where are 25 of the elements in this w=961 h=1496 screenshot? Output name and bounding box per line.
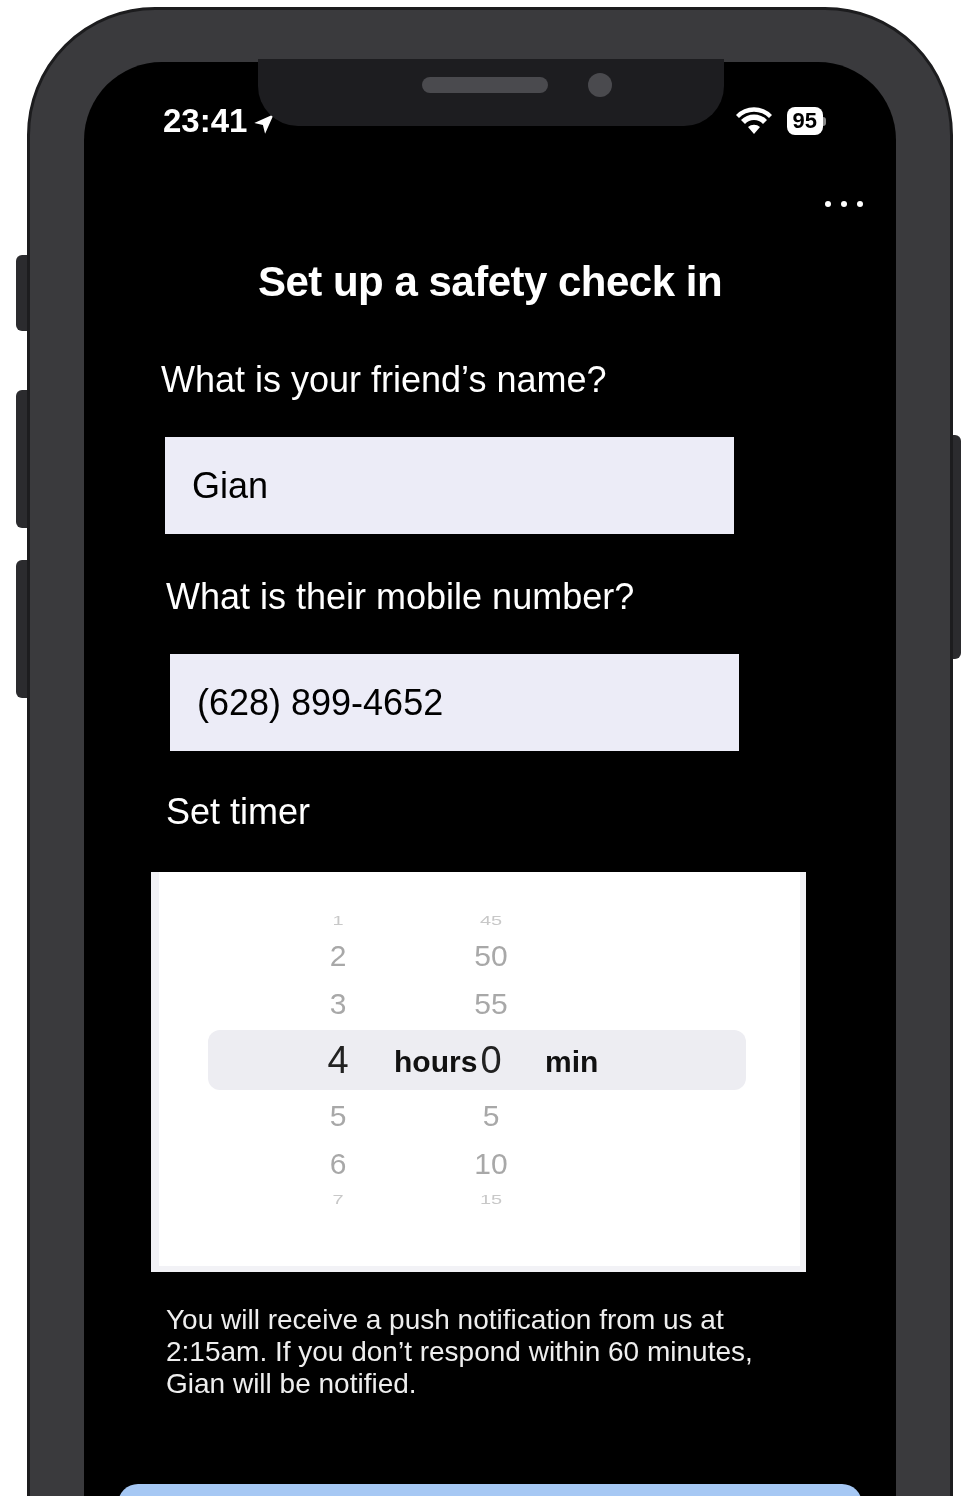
picker-value[interactable]: 5 <box>293 1101 383 1131</box>
text-field[interactable]: (628) 899-4652 <box>170 654 739 751</box>
status-time: 23:41 <box>163 101 248 142</box>
battery-level: 95 <box>786 107 823 135</box>
field-label: What is your friend’s name? <box>161 358 608 402</box>
notice-text: You will receive a push notification from us at 2:15am. If you don’t respond within 60 minutes, Gian will be notified. <box>166 1304 754 1400</box>
unit-label: hours <box>394 1047 478 1077</box>
picker-value[interactable]: 5 <box>446 1101 536 1131</box>
picker-value[interactable]: 10 <box>446 1149 536 1179</box>
picker-value[interactable]: 3 <box>293 989 383 1019</box>
field-label: What is their mobile number? <box>166 575 636 619</box>
picker-value[interactable]: 2 <box>293 941 383 971</box>
picker-value[interactable]: 6 <box>293 1149 383 1179</box>
text-field[interactable]: Gian <box>165 437 734 534</box>
side-button[interactable] <box>16 255 28 331</box>
picker-value[interactable]: 55 <box>446 989 536 1019</box>
timer-label: Set timer <box>166 790 312 834</box>
more-icon[interactable] <box>824 200 864 208</box>
speaker-icon <box>422 77 548 93</box>
wifi-icon <box>734 107 773 135</box>
picker-value[interactable]: 4 <box>293 1041 383 1079</box>
unit-label: min <box>545 1047 599 1077</box>
page-title: Set up a safety check in <box>256 257 724 307</box>
picker-value[interactable]: 50 <box>446 941 536 971</box>
battery-tip <box>823 116 826 126</box>
